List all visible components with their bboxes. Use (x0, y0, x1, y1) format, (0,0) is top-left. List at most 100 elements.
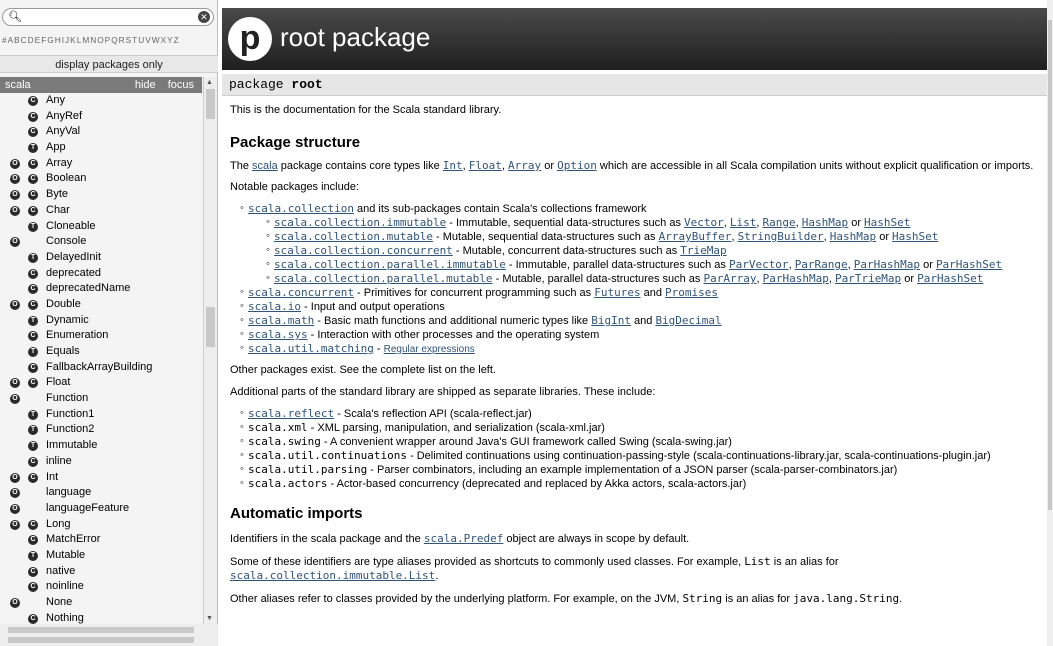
subpackage-link[interactable]: scala.collection.mutable (274, 230, 433, 243)
list-item[interactable]: C Nothing (0, 611, 202, 624)
type-name[interactable]: Char (46, 203, 70, 219)
type-name[interactable]: FallbackArrayBuilding (46, 360, 152, 376)
type-link[interactable]: ParHashMap (763, 272, 829, 285)
type-link[interactable]: ParArray (703, 272, 756, 285)
display-packages-only-button[interactable]: display packages only (0, 55, 218, 73)
type-link[interactable]: HashSet (892, 230, 938, 243)
type-link[interactable]: Vector (684, 216, 724, 229)
class-icon[interactable]: C (28, 299, 38, 310)
list-item[interactable]: O C Byte (0, 187, 202, 203)
trait-icon[interactable]: T (28, 441, 38, 452)
class-icon[interactable]: C (28, 613, 38, 624)
list-item[interactable]: O C Int (0, 470, 202, 486)
link-futures[interactable]: Futures (594, 286, 640, 299)
object-icon[interactable]: O (10, 205, 20, 216)
subpackage-link[interactable]: scala.collection.parallel.immutable (274, 258, 506, 271)
list-item[interactable]: C Enumeration (0, 328, 202, 344)
list-item[interactable]: T Mutable (0, 548, 202, 564)
list-item[interactable]: Cinline (0, 454, 202, 470)
list-item[interactable]: O Console (0, 234, 202, 250)
type-name[interactable]: Array (46, 156, 72, 172)
trait-icon[interactable]: T (28, 409, 38, 420)
object-icon[interactable]: O (10, 158, 20, 169)
object-icon[interactable]: O (10, 237, 20, 248)
list-item[interactable]: T Cloneable (0, 219, 202, 235)
class-icon[interactable]: C (28, 127, 38, 138)
type-name[interactable]: Float (46, 375, 70, 391)
type-name[interactable]: Byte (46, 187, 68, 203)
trait-icon[interactable]: T (28, 347, 38, 357)
link-matching[interactable]: scala.util.matching (248, 342, 374, 355)
object-icon[interactable]: O (10, 174, 20, 185)
link-array[interactable]: Array (508, 159, 541, 172)
type-link[interactable]: TrieMap (680, 244, 726, 257)
horizontal-scrollbar[interactable] (0, 624, 218, 646)
list-item[interactable]: T App (0, 140, 202, 156)
type-name[interactable]: Enumeration (46, 328, 108, 344)
type-name[interactable]: Long (46, 517, 70, 533)
list-item[interactable]: O None (0, 595, 202, 611)
link-bigdecimal[interactable]: BigDecimal (655, 314, 721, 327)
list-item[interactable]: O C Double (0, 297, 202, 313)
type-link[interactable]: ParVector (729, 258, 789, 271)
list-item[interactable]: O C Float (0, 375, 202, 391)
type-name[interactable]: Any (46, 93, 65, 109)
class-icon[interactable]: C (28, 472, 38, 483)
link-predef[interactable]: scala.Predef (424, 532, 503, 545)
type-name[interactable]: MatchError (46, 532, 100, 548)
type-name[interactable]: inline (46, 454, 72, 470)
type-name[interactable]: Mutable (46, 548, 85, 564)
link-sys[interactable]: scala.sys (248, 328, 308, 341)
type-name[interactable]: noinline (46, 579, 84, 595)
link-concurrent[interactable]: scala.concurrent (248, 286, 354, 299)
link-scala[interactable]: scala (252, 160, 278, 172)
type-name[interactable]: DelayedInit (46, 250, 101, 266)
object-icon[interactable]: O (10, 472, 20, 483)
list-item[interactable]: CdeprecatedName (0, 281, 202, 297)
focus-button[interactable]: focus (168, 79, 194, 91)
type-name[interactable]: Immutable (46, 438, 97, 454)
object-icon[interactable]: O (10, 299, 20, 310)
class-icon[interactable]: C (28, 378, 38, 389)
object-icon[interactable]: O (10, 394, 20, 405)
trait-icon[interactable]: T (28, 425, 38, 436)
class-icon[interactable]: C (28, 535, 38, 546)
class-icon[interactable]: C (28, 96, 38, 106)
list-item[interactable]: OlanguageFeature (0, 501, 202, 517)
type-name[interactable]: deprecated (46, 266, 101, 282)
subpackage-link[interactable]: scala.collection.immutable (274, 216, 446, 229)
type-link[interactable]: ParRange (795, 258, 848, 271)
type-name[interactable]: Int (46, 470, 58, 486)
type-name[interactable]: Function2 (46, 422, 94, 438)
type-name[interactable]: language (46, 485, 91, 501)
type-name[interactable]: Function (46, 391, 88, 407)
subpackage-link[interactable]: scala.collection.parallel.mutable (274, 272, 493, 285)
class-icon[interactable]: C (28, 456, 38, 467)
trait-icon[interactable]: T (28, 550, 38, 561)
horizontal-scrollbar-thumb-2[interactable] (8, 637, 194, 643)
object-icon[interactable]: O (10, 488, 20, 499)
list-item[interactable]: O C Char (0, 203, 202, 219)
type-link[interactable]: ParHashMap (854, 258, 920, 271)
type-link[interactable]: List (730, 216, 757, 229)
link-collection[interactable]: scala.collection (248, 202, 354, 215)
class-icon[interactable]: C (28, 268, 38, 279)
type-name[interactable]: native (46, 564, 75, 580)
type-list-scrollbar[interactable]: ▲ ▼ (203, 77, 217, 624)
list-item[interactable]: T Dynamic (0, 313, 202, 329)
class-icon[interactable]: C (28, 362, 38, 373)
list-item[interactable]: Cnative (0, 564, 202, 580)
class-icon[interactable]: C (28, 519, 38, 530)
list-item[interactable]: T DelayedInit (0, 250, 202, 266)
type-name[interactable]: App (46, 140, 66, 156)
object-icon[interactable]: O (10, 598, 20, 608)
list-item[interactable]: T Immutable (0, 438, 202, 454)
type-name[interactable]: languageFeature (46, 501, 129, 517)
package-header[interactable]: scala hide focus (0, 77, 202, 93)
class-icon[interactable]: C (28, 205, 38, 216)
list-item[interactable]: Cnoinline (0, 579, 202, 595)
trait-icon[interactable]: T (28, 252, 38, 263)
type-name[interactable]: Function1 (46, 407, 94, 423)
library-name[interactable]: scala.reflect (248, 407, 334, 420)
object-icon[interactable]: O (10, 378, 20, 389)
